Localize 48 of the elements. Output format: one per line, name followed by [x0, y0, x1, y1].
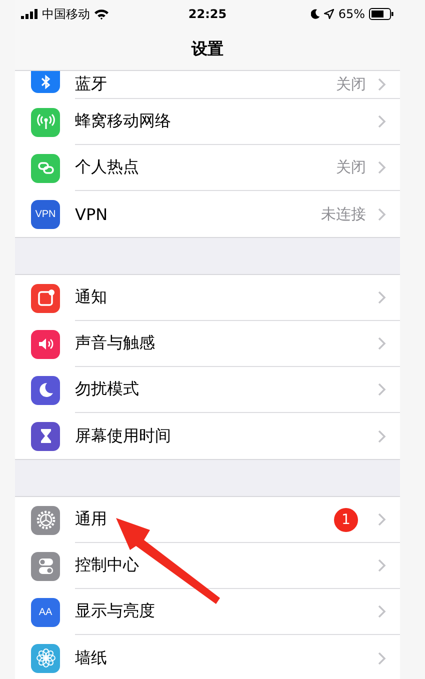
row-label: 通知 — [75, 287, 107, 308]
row-label: 勿扰模式 — [75, 379, 139, 400]
row-label: 蓝牙 — [75, 74, 107, 95]
carrier-name: 中国移动 — [42, 6, 90, 22]
settings-row[interactable]: VPN VPN 未连接 — [15, 191, 400, 237]
chevron-icon — [378, 652, 386, 664]
settings-row[interactable]: 屏幕使用时间 — [15, 413, 400, 459]
row-label: 控制中心 — [75, 555, 139, 576]
chevron-icon — [378, 559, 386, 572]
settings-row[interactable]: 个人热点 关闭 — [15, 145, 400, 191]
settings-row[interactable]: 勿扰模式 — [15, 367, 400, 413]
row-label: 屏幕使用时间 — [75, 426, 171, 446]
settings-row[interactable]: 通知 — [15, 275, 400, 321]
battery-icon — [369, 8, 394, 20]
settings-icon: VPN — [31, 200, 60, 228]
row-label: 声音与触感 — [75, 333, 155, 354]
notification-badge: 1 — [334, 508, 358, 532]
battery-percentage: 65% — [338, 7, 365, 21]
chevron-icon — [378, 115, 386, 128]
chevron-icon — [378, 161, 386, 174]
row-value: 关闭 — [336, 75, 366, 94]
settings-row[interactable]: 声音与触感 — [15, 321, 400, 367]
chevron-icon — [378, 78, 386, 91]
row-value: 关闭 — [336, 158, 366, 177]
chevron-icon — [378, 337, 386, 350]
settings-row[interactable]: 墙纸 — [15, 635, 400, 679]
settings-icon: AA — [31, 598, 60, 626]
row-label: 通用 — [75, 509, 107, 530]
chevron-icon — [378, 383, 386, 396]
settings-row[interactable]: 蜂窝移动网络 — [15, 99, 400, 145]
wifi-icon — [94, 8, 109, 20]
row-label: 个人热点 — [75, 157, 139, 178]
location-arrow-icon — [324, 9, 334, 19]
row-label: 墙纸 — [75, 648, 107, 668]
row-value: 未连接 — [321, 204, 366, 224]
row-label: 蜂窝移动网络 — [75, 111, 171, 132]
status-time: 22:25 — [188, 7, 227, 21]
chevron-icon — [378, 605, 386, 618]
signal-icon — [21, 9, 38, 19]
moon-icon — [311, 9, 320, 19]
chevron-icon — [378, 208, 386, 220]
chevron-icon — [378, 291, 386, 304]
settings-row[interactable]: 蓝牙 关闭 — [15, 71, 400, 99]
chevron-icon — [378, 513, 386, 526]
row-label: VPN — [75, 204, 108, 224]
row-label: 显示与亮度 — [75, 601, 155, 622]
chevron-icon — [378, 430, 386, 442]
page-title: 设置 — [192, 38, 224, 60]
